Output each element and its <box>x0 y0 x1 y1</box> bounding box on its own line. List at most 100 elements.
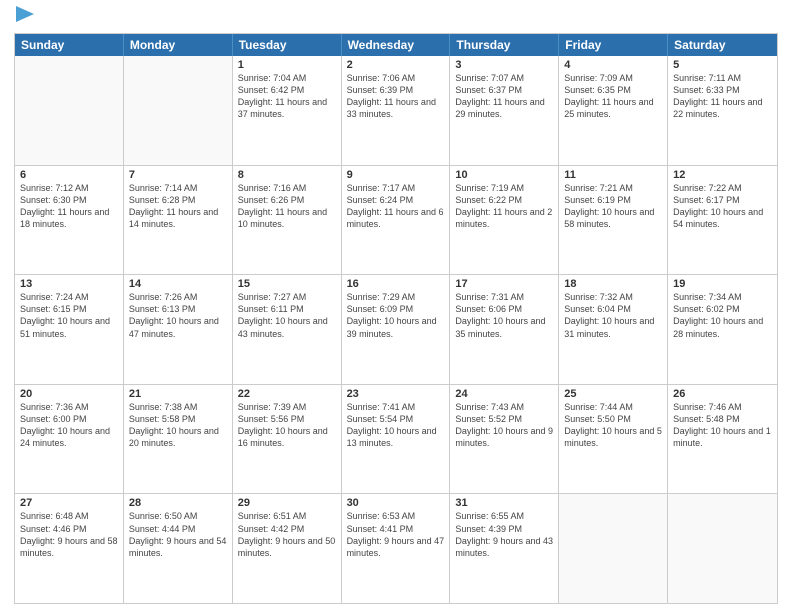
day-info: Sunrise: 7:09 AM Sunset: 6:35 PM Dayligh… <box>564 72 662 121</box>
day-info: Sunrise: 7:14 AM Sunset: 6:28 PM Dayligh… <box>129 182 227 231</box>
day-info: Sunrise: 7:46 AM Sunset: 5:48 PM Dayligh… <box>673 401 772 450</box>
day-cell-12: 12Sunrise: 7:22 AM Sunset: 6:17 PM Dayli… <box>668 166 777 275</box>
day-header-saturday: Saturday <box>668 34 777 56</box>
day-number: 11 <box>564 169 662 181</box>
day-number: 31 <box>455 497 553 509</box>
day-cell-30: 30Sunrise: 6:53 AM Sunset: 4:41 PM Dayli… <box>342 494 451 603</box>
week-row-4: 20Sunrise: 7:36 AM Sunset: 6:00 PM Dayli… <box>15 384 777 494</box>
day-number: 30 <box>347 497 445 509</box>
day-cell-24: 24Sunrise: 7:43 AM Sunset: 5:52 PM Dayli… <box>450 385 559 494</box>
day-cell-13: 13Sunrise: 7:24 AM Sunset: 6:15 PM Dayli… <box>15 275 124 384</box>
day-info: Sunrise: 7:06 AM Sunset: 6:39 PM Dayligh… <box>347 72 445 121</box>
day-number: 5 <box>673 59 772 71</box>
day-info: Sunrise: 7:26 AM Sunset: 6:13 PM Dayligh… <box>129 291 227 340</box>
day-info: Sunrise: 6:50 AM Sunset: 4:44 PM Dayligh… <box>129 510 227 559</box>
day-number: 17 <box>455 278 553 290</box>
day-number: 20 <box>20 388 118 400</box>
day-info: Sunrise: 7:36 AM Sunset: 6:00 PM Dayligh… <box>20 401 118 450</box>
day-cell-10: 10Sunrise: 7:19 AM Sunset: 6:22 PM Dayli… <box>450 166 559 275</box>
day-info: Sunrise: 7:17 AM Sunset: 6:24 PM Dayligh… <box>347 182 445 231</box>
logo-arrow-icon <box>16 6 34 22</box>
day-number: 19 <box>673 278 772 290</box>
day-info: Sunrise: 7:41 AM Sunset: 5:54 PM Dayligh… <box>347 401 445 450</box>
day-info: Sunrise: 7:04 AM Sunset: 6:42 PM Dayligh… <box>238 72 336 121</box>
day-cell-empty-0-1 <box>124 56 233 165</box>
day-number: 10 <box>455 169 553 181</box>
day-cell-2: 2Sunrise: 7:06 AM Sunset: 6:39 PM Daylig… <box>342 56 451 165</box>
day-number: 15 <box>238 278 336 290</box>
day-cell-18: 18Sunrise: 7:32 AM Sunset: 6:04 PM Dayli… <box>559 275 668 384</box>
day-header-monday: Monday <box>124 34 233 56</box>
day-number: 18 <box>564 278 662 290</box>
day-info: Sunrise: 7:32 AM Sunset: 6:04 PM Dayligh… <box>564 291 662 340</box>
calendar: SundayMondayTuesdayWednesdayThursdayFrid… <box>14 33 778 604</box>
day-cell-15: 15Sunrise: 7:27 AM Sunset: 6:11 PM Dayli… <box>233 275 342 384</box>
week-row-3: 13Sunrise: 7:24 AM Sunset: 6:15 PM Dayli… <box>15 274 777 384</box>
day-info: Sunrise: 7:38 AM Sunset: 5:58 PM Dayligh… <box>129 401 227 450</box>
day-cell-23: 23Sunrise: 7:41 AM Sunset: 5:54 PM Dayli… <box>342 385 451 494</box>
day-cell-25: 25Sunrise: 7:44 AM Sunset: 5:50 PM Dayli… <box>559 385 668 494</box>
day-number: 25 <box>564 388 662 400</box>
day-cell-22: 22Sunrise: 7:39 AM Sunset: 5:56 PM Dayli… <box>233 385 342 494</box>
day-header-sunday: Sunday <box>15 34 124 56</box>
day-info: Sunrise: 7:22 AM Sunset: 6:17 PM Dayligh… <box>673 182 772 231</box>
day-cell-28: 28Sunrise: 6:50 AM Sunset: 4:44 PM Dayli… <box>124 494 233 603</box>
day-cell-20: 20Sunrise: 7:36 AM Sunset: 6:00 PM Dayli… <box>15 385 124 494</box>
day-cell-19: 19Sunrise: 7:34 AM Sunset: 6:02 PM Dayli… <box>668 275 777 384</box>
day-cell-empty-4-6 <box>668 494 777 603</box>
day-info: Sunrise: 6:53 AM Sunset: 4:41 PM Dayligh… <box>347 510 445 559</box>
day-info: Sunrise: 7:12 AM Sunset: 6:30 PM Dayligh… <box>20 182 118 231</box>
day-number: 9 <box>347 169 445 181</box>
day-cell-11: 11Sunrise: 7:21 AM Sunset: 6:19 PM Dayli… <box>559 166 668 275</box>
day-cell-26: 26Sunrise: 7:46 AM Sunset: 5:48 PM Dayli… <box>668 385 777 494</box>
header <box>14 10 778 27</box>
day-info: Sunrise: 7:31 AM Sunset: 6:06 PM Dayligh… <box>455 291 553 340</box>
day-cell-21: 21Sunrise: 7:38 AM Sunset: 5:58 PM Dayli… <box>124 385 233 494</box>
day-number: 12 <box>673 169 772 181</box>
day-cell-29: 29Sunrise: 6:51 AM Sunset: 4:42 PM Dayli… <box>233 494 342 603</box>
day-cell-4: 4Sunrise: 7:09 AM Sunset: 6:35 PM Daylig… <box>559 56 668 165</box>
day-info: Sunrise: 6:55 AM Sunset: 4:39 PM Dayligh… <box>455 510 553 559</box>
day-header-tuesday: Tuesday <box>233 34 342 56</box>
logo <box>14 10 34 27</box>
day-info: Sunrise: 7:24 AM Sunset: 6:15 PM Dayligh… <box>20 291 118 340</box>
day-number: 16 <box>347 278 445 290</box>
day-info: Sunrise: 7:11 AM Sunset: 6:33 PM Dayligh… <box>673 72 772 121</box>
day-info: Sunrise: 7:21 AM Sunset: 6:19 PM Dayligh… <box>564 182 662 231</box>
calendar-body: 1Sunrise: 7:04 AM Sunset: 6:42 PM Daylig… <box>15 56 777 603</box>
day-number: 8 <box>238 169 336 181</box>
week-row-5: 27Sunrise: 6:48 AM Sunset: 4:46 PM Dayli… <box>15 493 777 603</box>
calendar-header: SundayMondayTuesdayWednesdayThursdayFrid… <box>15 34 777 56</box>
day-cell-6: 6Sunrise: 7:12 AM Sunset: 6:30 PM Daylig… <box>15 166 124 275</box>
day-number: 23 <box>347 388 445 400</box>
day-header-friday: Friday <box>559 34 668 56</box>
day-info: Sunrise: 7:39 AM Sunset: 5:56 PM Dayligh… <box>238 401 336 450</box>
week-row-1: 1Sunrise: 7:04 AM Sunset: 6:42 PM Daylig… <box>15 56 777 165</box>
day-number: 4 <box>564 59 662 71</box>
day-cell-31: 31Sunrise: 6:55 AM Sunset: 4:39 PM Dayli… <box>450 494 559 603</box>
day-number: 28 <box>129 497 227 509</box>
day-number: 3 <box>455 59 553 71</box>
day-number: 2 <box>347 59 445 71</box>
day-number: 14 <box>129 278 227 290</box>
day-header-wednesday: Wednesday <box>342 34 451 56</box>
day-number: 22 <box>238 388 336 400</box>
day-info: Sunrise: 7:19 AM Sunset: 6:22 PM Dayligh… <box>455 182 553 231</box>
week-row-2: 6Sunrise: 7:12 AM Sunset: 6:30 PM Daylig… <box>15 165 777 275</box>
day-number: 26 <box>673 388 772 400</box>
day-info: Sunrise: 7:34 AM Sunset: 6:02 PM Dayligh… <box>673 291 772 340</box>
day-cell-empty-0-0 <box>15 56 124 165</box>
day-info: Sunrise: 7:43 AM Sunset: 5:52 PM Dayligh… <box>455 401 553 450</box>
day-cell-8: 8Sunrise: 7:16 AM Sunset: 6:26 PM Daylig… <box>233 166 342 275</box>
day-info: Sunrise: 7:27 AM Sunset: 6:11 PM Dayligh… <box>238 291 336 340</box>
day-cell-empty-4-5 <box>559 494 668 603</box>
day-cell-17: 17Sunrise: 7:31 AM Sunset: 6:06 PM Dayli… <box>450 275 559 384</box>
day-info: Sunrise: 7:07 AM Sunset: 6:37 PM Dayligh… <box>455 72 553 121</box>
day-number: 21 <box>129 388 227 400</box>
day-number: 29 <box>238 497 336 509</box>
page: SundayMondayTuesdayWednesdayThursdayFrid… <box>0 0 792 612</box>
day-info: Sunrise: 7:29 AM Sunset: 6:09 PM Dayligh… <box>347 291 445 340</box>
day-number: 27 <box>20 497 118 509</box>
day-number: 24 <box>455 388 553 400</box>
day-number: 13 <box>20 278 118 290</box>
